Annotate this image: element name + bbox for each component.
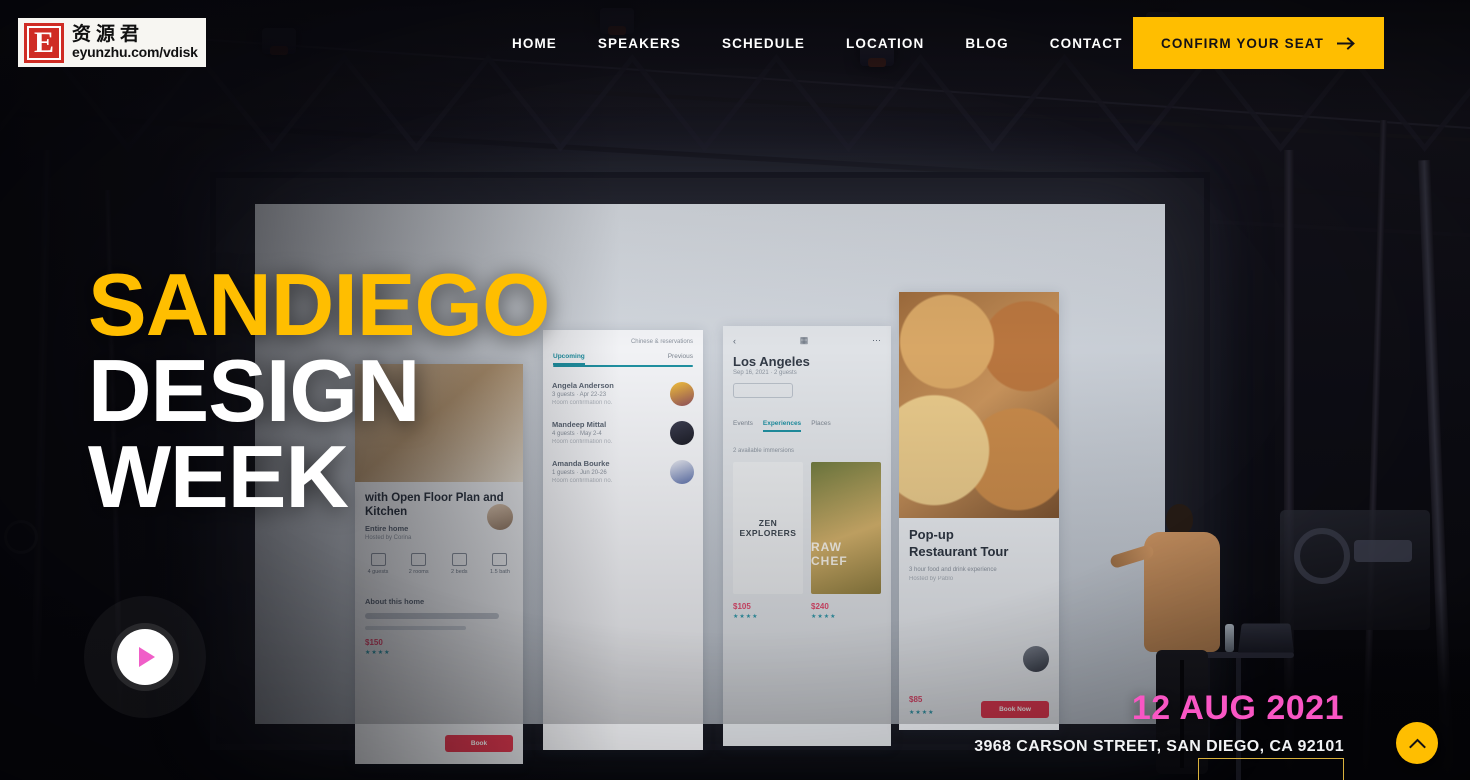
event-address: 3968 CARSON STREET, SAN DIEGO, CA 92101 — [974, 738, 1344, 755]
event-date: 12 AUG 2021 — [1131, 689, 1344, 727]
play-video-button[interactable] — [84, 596, 206, 718]
nav-location[interactable]: LOCATION — [846, 36, 924, 51]
listing-book-button: Book — [445, 735, 513, 752]
nav-contact[interactable]: CONTACT — [1050, 36, 1123, 51]
site-header: o HOME SPEAKERS SCHEDULE LOCATION BLOG C… — [0, 0, 1470, 86]
hero-headline: SANDIEGO DESIGN WEEK — [88, 255, 550, 527]
event-meta: 12 AUG 2021 3968 CARSON STREET, SAN DIEG… — [974, 689, 1344, 756]
cta-label: CONFIRM YOUR SEAT — [1161, 35, 1324, 51]
laptop-icon — [1238, 623, 1294, 653]
watermark-overlay: E 资源君 eyunzhu.com/vdisk — [18, 18, 206, 67]
hero-page: with Open Floor Plan and Kitchen Entire … — [0, 0, 1470, 780]
watermark-logo-icon: E — [24, 23, 64, 63]
nav-schedule[interactable]: SCHEDULE — [722, 36, 805, 51]
watermark-url: eyunzhu.com/vdisk — [72, 44, 198, 61]
headline-line-3: WEEK — [88, 427, 349, 527]
watermark-letter: E — [27, 26, 61, 60]
play-triangle-icon — [139, 647, 155, 667]
watermark-chinese-text: 资源君 — [72, 23, 145, 46]
nav-home[interactable]: HOME — [512, 36, 557, 51]
scroll-to-top-button[interactable] — [1396, 722, 1438, 764]
headline-line-1: SANDIEGO — [88, 255, 550, 354]
arrow-right-icon — [1337, 36, 1355, 50]
partial-bottom-box — [1198, 758, 1344, 780]
play-button-circle — [117, 629, 173, 685]
chevron-up-icon — [1408, 738, 1426, 748]
main-navigation: HOME SPEAKERS SCHEDULE LOCATION BLOG CON… — [512, 0, 1122, 86]
equipment-wheel — [4, 520, 38, 554]
nav-blog[interactable]: BLOG — [965, 36, 1008, 51]
confirm-your-seat-button[interactable]: CONFIRM YOUR SEAT — [1133, 17, 1384, 69]
nav-speakers[interactable]: SPEAKERS — [598, 36, 681, 51]
venue-equipment — [1280, 510, 1430, 630]
headline-line-2: DESIGN — [88, 341, 420, 441]
